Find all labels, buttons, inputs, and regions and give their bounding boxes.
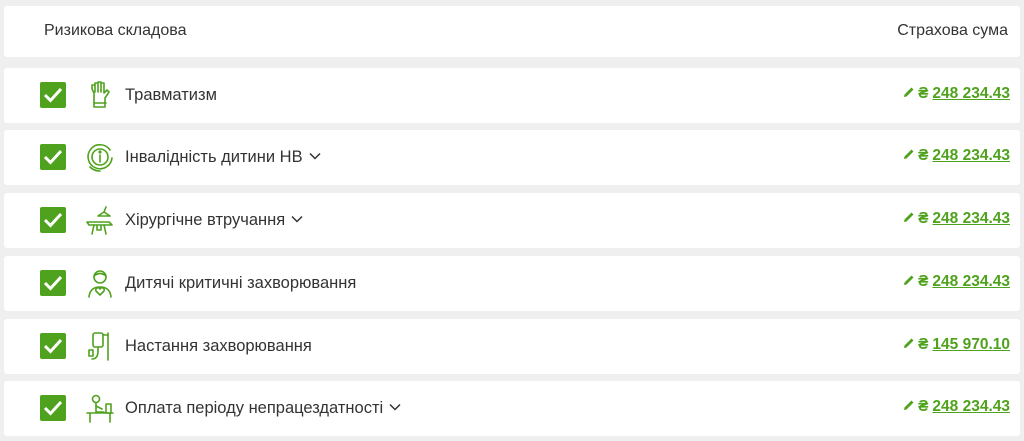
pencil-icon — [904, 149, 914, 160]
pencil-icon — [904, 275, 914, 286]
currency-sign: ₴ — [918, 273, 929, 290]
risk-table: Ризикова складова Страхова сума Травмати… — [0, 0, 1024, 441]
risk-checkbox[interactable] — [40, 207, 66, 233]
risk-row-surgery: Хірургічне втручання ₴ 248 234.43 — [4, 193, 1020, 248]
checkmark-icon — [43, 275, 63, 291]
surgery-lamp-icon — [86, 206, 113, 235]
risk-row-illness-onset: Настання захворювання ₴ 145 970.10 — [4, 319, 1020, 374]
insured-sum-value: 248 234.43 — [932, 210, 1010, 227]
table-header: Ризикова складова Страхова сума — [4, 6, 1020, 57]
currency-sign: ₴ — [918, 85, 929, 102]
risk-row-child-disability: Інвалідність дитини НВ ₴ 248 234.43 — [4, 130, 1020, 185]
checkmark-icon — [43, 212, 63, 228]
disability-info-icon — [87, 143, 113, 172]
checkmark-icon — [43, 149, 63, 165]
risk-label: Хірургічне втручання — [125, 211, 303, 230]
risk-row-critical-illness: Дитячі критичні захворювання ₴ 248 234.43 — [4, 256, 1020, 311]
pencil-icon — [904, 87, 914, 98]
insured-sum-link[interactable]: ₴ 248 234.43 — [903, 210, 1010, 228]
checkmark-icon — [43, 338, 63, 354]
glove-icon — [91, 81, 110, 108]
child-heart-icon — [88, 270, 112, 298]
sick-leave-icon — [86, 394, 114, 423]
risk-label-text: Інвалідність дитини НВ — [125, 148, 303, 166]
insured-sum-value: 248 234.43 — [932, 398, 1010, 415]
insured-sum-link[interactable]: ₴ 248 234.43 — [903, 85, 1010, 103]
currency-sign: ₴ — [918, 398, 929, 415]
risk-checkbox[interactable] — [40, 82, 66, 108]
pencil-icon — [904, 400, 914, 411]
checkmark-icon — [43, 87, 63, 103]
insured-sum-link[interactable]: ₴ 145 970.10 — [903, 336, 1010, 354]
chevron-down-icon[interactable] — [389, 403, 401, 411]
risk-checkbox[interactable] — [40, 144, 66, 170]
pencil-icon — [904, 212, 914, 223]
insured-sum-value: 248 234.43 — [932, 147, 1010, 164]
risk-checkbox[interactable] — [40, 270, 66, 296]
insured-sum-value: 145 970.10 — [932, 336, 1010, 353]
risk-checkbox[interactable] — [40, 333, 66, 359]
risk-row-trauma: Травматизм ₴ 248 234.43 — [4, 68, 1020, 123]
risk-label: Дитячі критичні захворювання — [125, 274, 357, 292]
risk-label: Настання захворювання — [125, 337, 312, 355]
currency-sign: ₴ — [918, 210, 929, 227]
insured-sum-value: 248 234.43 — [932, 273, 1010, 290]
currency-sign: ₴ — [918, 147, 929, 164]
chevron-down-icon[interactable] — [291, 215, 303, 223]
header-insured-sum: Страхова сума — [897, 22, 1008, 39]
insured-sum-value: 248 234.43 — [932, 85, 1010, 102]
iv-drip-icon — [88, 332, 109, 361]
chevron-down-icon[interactable] — [309, 152, 321, 160]
risk-checkbox[interactable] — [40, 395, 66, 421]
pencil-icon — [904, 338, 914, 349]
risk-row-sick-leave: Оплата періоду непрацездатності ₴ 248 234… — [4, 381, 1020, 436]
risk-label: Інвалідність дитини НВ — [125, 148, 321, 167]
currency-sign: ₴ — [918, 336, 929, 353]
insured-sum-link[interactable]: ₴ 248 234.43 — [903, 398, 1010, 416]
risk-label: Травматизм — [125, 86, 217, 104]
risk-label-text: Хірургічне втручання — [125, 211, 286, 229]
header-risk-component: Ризикова складова — [44, 22, 187, 39]
insured-sum-link[interactable]: ₴ 248 234.43 — [903, 147, 1010, 165]
insured-sum-link[interactable]: ₴ 248 234.43 — [903, 273, 1010, 291]
risk-label: Оплата періоду непрацездатності — [125, 399, 401, 418]
checkmark-icon — [43, 400, 63, 416]
risk-label-text: Оплата періоду непрацездатності — [125, 399, 384, 417]
